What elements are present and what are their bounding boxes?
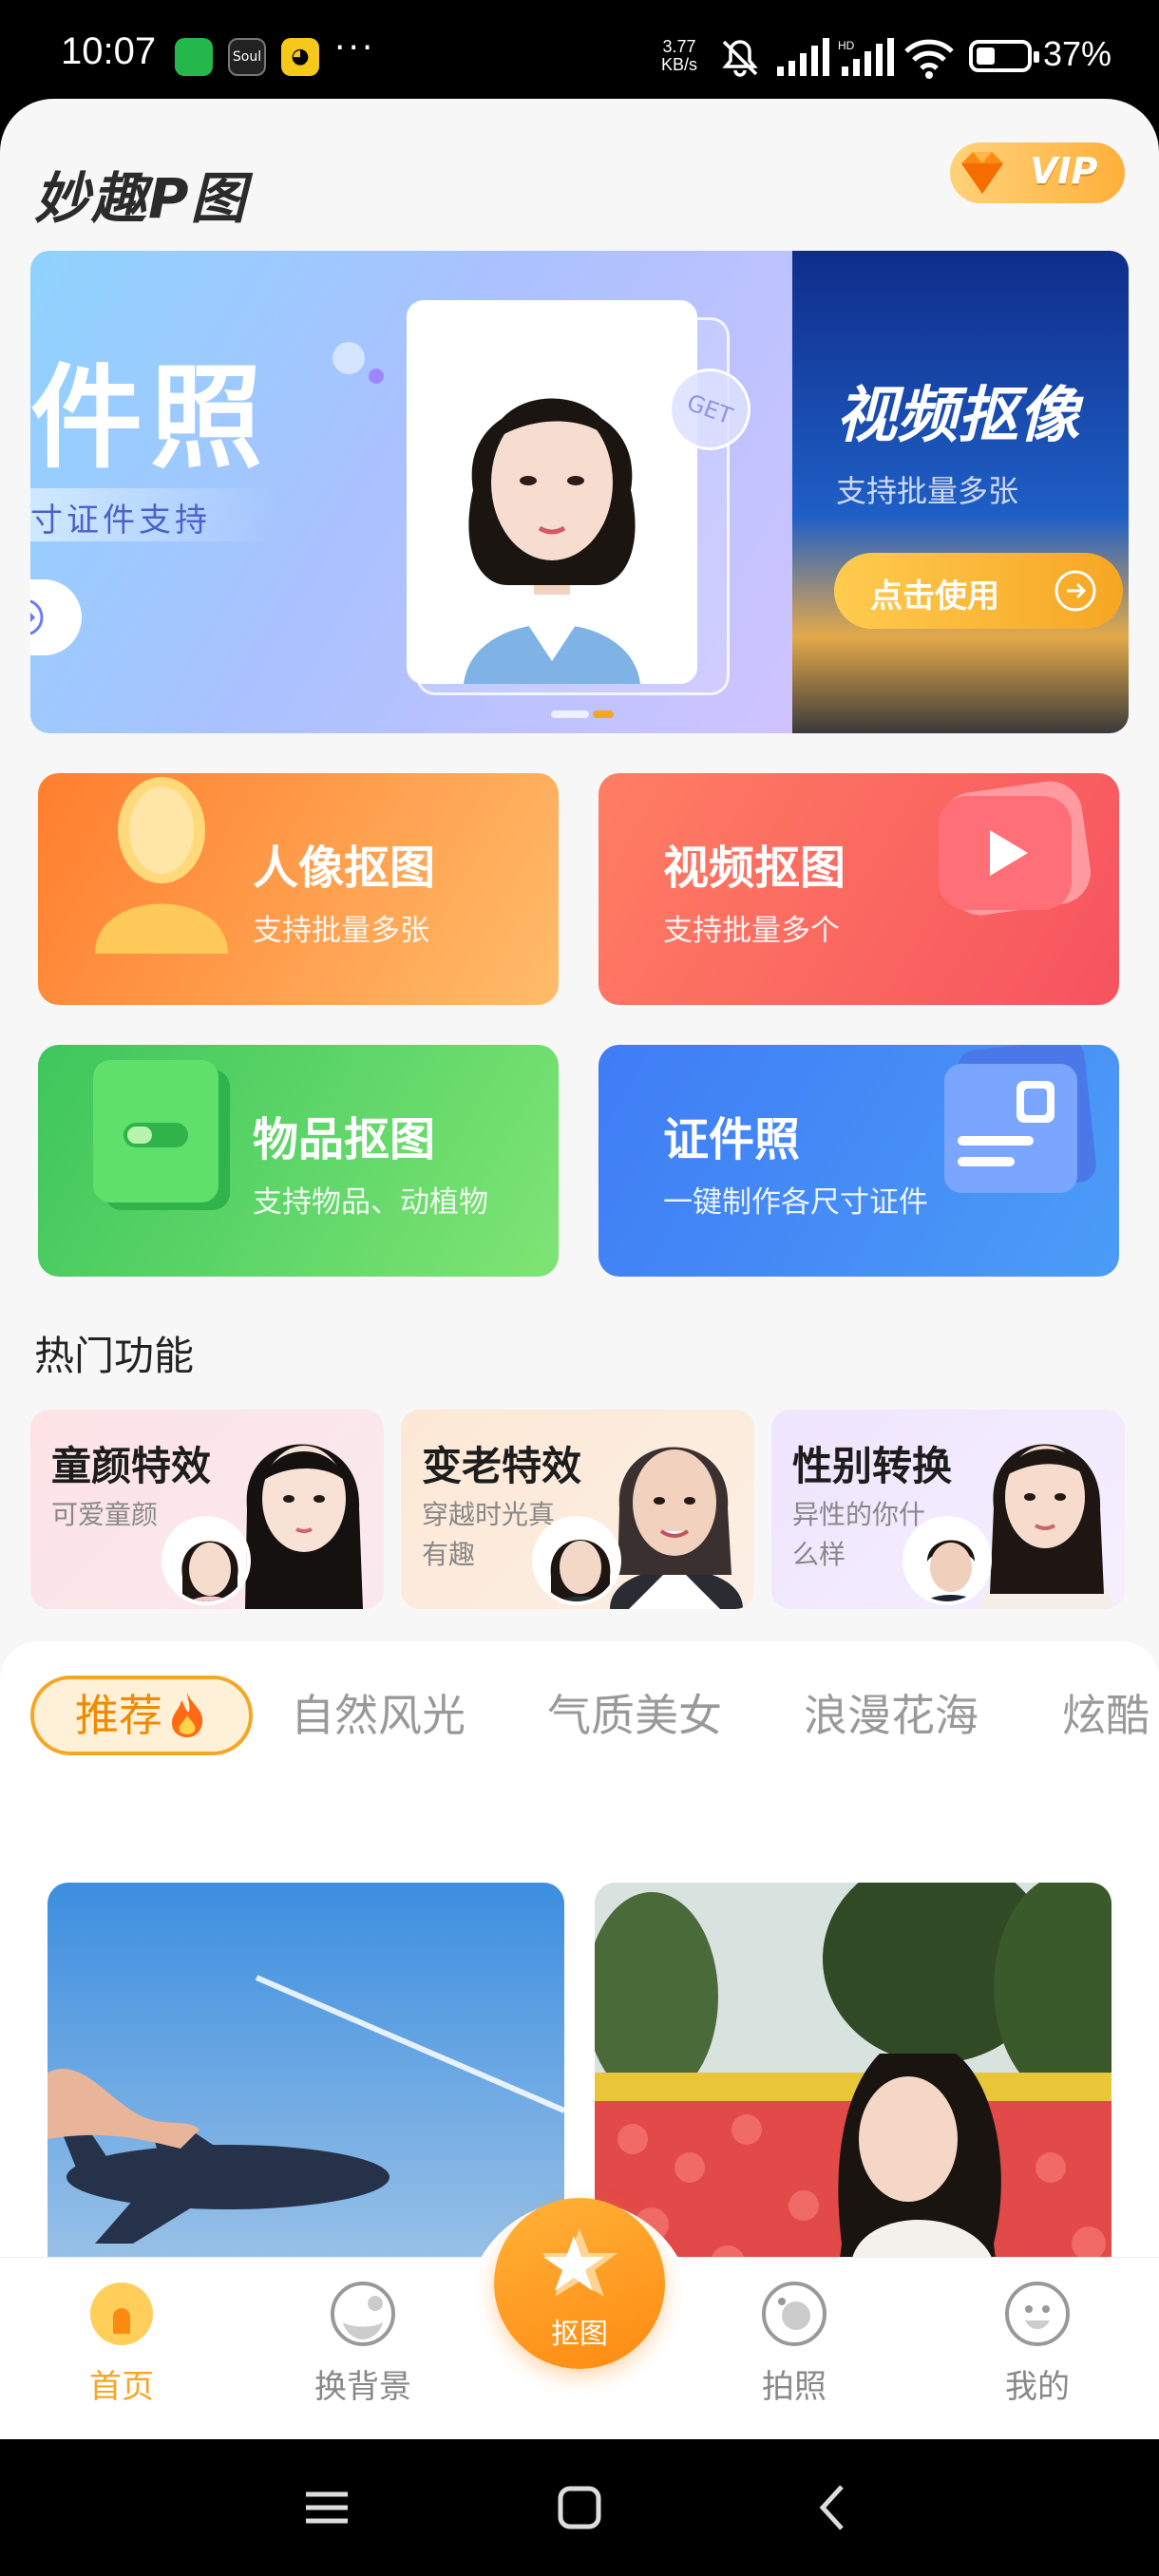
mute-icon xyxy=(722,40,758,77)
feature-subtitle: 支持批量多个 xyxy=(663,914,840,948)
promo-banner-carousel[interactable]: 件照 寸证件支持 GET 视频抠像 支持批量多张 点击使用 xyxy=(30,251,1129,733)
green-app-icon xyxy=(175,38,213,76)
childlike-effect-card[interactable]: 童颜特效 可爱童颜 xyxy=(30,1410,384,1609)
hot-card-title: 性别转换 xyxy=(792,1443,953,1489)
network-type-label: HD xyxy=(838,39,855,52)
id-card-icon xyxy=(944,1045,1096,1193)
decor-bubble xyxy=(369,369,384,384)
swapped-face-thumbnail xyxy=(902,1516,992,1605)
feature-subtitle: 支持物品、动植物 xyxy=(253,1185,488,1220)
nav-profile[interactable]: 我的 xyxy=(961,2281,1113,2423)
decor-bubble xyxy=(332,342,365,374)
banner-slide-subtitle: 寸证件支持 xyxy=(30,502,211,540)
hot-functions-heading: 热门功能 xyxy=(34,1333,195,1379)
battery-percent: 37% xyxy=(1043,34,1112,73)
gender-swap-card[interactable]: 性别转换 异性的你什么样 xyxy=(771,1410,1125,1609)
vip-label: VIP xyxy=(1030,150,1098,192)
carousel-dot-active xyxy=(593,710,614,718)
tab-natural-scenery[interactable]: 自然风光 xyxy=(291,1676,466,1755)
feature-title: 人像抠图 xyxy=(253,842,436,895)
banner-slide-title: 件照 xyxy=(30,352,271,483)
fire-icon xyxy=(172,1693,203,1737)
nav-label: 首页 xyxy=(89,2368,154,2406)
network-speed-value: 3.77 xyxy=(662,37,696,56)
profile-icon xyxy=(1005,2282,1070,2346)
nav-label: 换背景 xyxy=(314,2368,411,2406)
vip-button[interactable]: VIP xyxy=(950,142,1125,203)
arrow-right-circle-icon xyxy=(1054,570,1096,612)
battery-icon xyxy=(969,40,1039,72)
banner-slide-subtitle: 支持批量多张 xyxy=(836,473,1019,509)
feature-title: 视频抠图 xyxy=(663,842,846,895)
portrait-icon xyxy=(95,777,228,954)
network-speed: 3.77 KB/s xyxy=(661,38,697,74)
more-notifications-icon: ··· xyxy=(334,28,376,67)
id-photo-sample xyxy=(407,300,697,684)
box-icon xyxy=(93,1060,230,1210)
nav-label: 我的 xyxy=(1005,2368,1070,2406)
banner-go-button[interactable] xyxy=(30,579,82,655)
nav-camera[interactable]: 拍照 xyxy=(718,2281,870,2423)
before-face-thumbnail xyxy=(162,1516,251,1605)
tab-recommended[interactable]: 推荐 xyxy=(30,1676,253,1755)
feature-subtitle: 支持批量多张 xyxy=(253,914,429,948)
video-cutout-card[interactable]: 视频抠图 支持批量多个 xyxy=(598,773,1119,1005)
app-logo: 妙趣P图 xyxy=(34,166,248,231)
woman-portrait-image xyxy=(407,300,697,684)
hot-card-title: 童颜特效 xyxy=(51,1443,212,1489)
back-icon[interactable] xyxy=(804,2477,864,2538)
feature-title: 证件照 xyxy=(663,1113,801,1166)
camera-icon xyxy=(762,2282,826,2346)
wifi-icon xyxy=(904,39,954,79)
banner-use-button[interactable]: 点击使用 xyxy=(834,553,1123,629)
id-photo-card[interactable]: 证件照 一键制作各尺寸证件 xyxy=(598,1045,1119,1277)
home-icon xyxy=(90,2282,153,2345)
fab-label: 抠图 xyxy=(551,2318,608,2351)
system-navigation-bar xyxy=(0,2439,1159,2576)
home-screen: 妙趣P图 VIP 件照 寸证件支持 GET 视频抠像 支持批量多张 点击使用 人… xyxy=(0,99,1159,2439)
aging-effect-card[interactable]: 变老特效 穿越时光真有趣 xyxy=(401,1410,754,1609)
diamond-icon xyxy=(961,152,1003,194)
video-play-icon xyxy=(939,781,1091,916)
nav-home[interactable]: 首页 xyxy=(46,2281,198,2423)
clock: 10:07 xyxy=(61,30,157,72)
soul-app-icon: Soul xyxy=(228,38,266,76)
banner-slide-id-photo[interactable]: 件照 寸证件支持 GET xyxy=(30,251,792,733)
nav-label: 拍照 xyxy=(762,2368,826,2406)
signal-icon xyxy=(777,38,829,76)
object-cutout-card[interactable]: 物品抠图 支持物品、动植物 xyxy=(38,1045,559,1277)
signal-hd-icon: HD xyxy=(838,38,894,76)
yellow-app-icon: ◕ xyxy=(281,38,319,76)
category-tabs: 推荐 自然风光 气质美女 浪漫花海 炫酷 xyxy=(0,1676,1159,1761)
hot-card-title: 变老特效 xyxy=(422,1443,582,1489)
change-background-icon xyxy=(331,2282,395,2346)
cutout-icon xyxy=(542,2228,618,2297)
status-bar: 10:07 Soul ◕ ··· 3.77 KB/s HD 37% xyxy=(0,0,1159,104)
banner-slide-video-cutout[interactable]: 视频抠像 支持批量多张 点击使用 xyxy=(792,251,1129,733)
arrow-right-circle-icon xyxy=(30,599,44,635)
cutout-fab-button[interactable]: 抠图 xyxy=(494,2198,665,2369)
banner-use-button-label: 点击使用 xyxy=(870,578,999,616)
tab-label: 推荐 xyxy=(75,1690,162,1741)
network-speed-unit: KB/s xyxy=(661,55,698,74)
battery-level xyxy=(977,47,995,65)
carousel-dot xyxy=(551,710,589,718)
before-face-thumbnail xyxy=(532,1516,621,1605)
tab-elegant-beauty[interactable]: 气质美女 xyxy=(547,1676,722,1755)
portrait-cutout-card[interactable]: 人像抠图 支持批量多张 xyxy=(38,773,559,1005)
tab-cool[interactable]: 炫酷 xyxy=(1062,1676,1150,1755)
recent-apps-icon[interactable] xyxy=(296,2477,357,2538)
feature-title: 物品抠图 xyxy=(253,1113,436,1166)
banner-slide-title: 视频抠像 xyxy=(836,381,1079,451)
carousel-indicator xyxy=(551,710,614,718)
tab-romantic-flowers[interactable]: 浪漫花海 xyxy=(804,1676,978,1755)
nav-change-background[interactable]: 换背景 xyxy=(287,2281,439,2423)
feature-subtitle: 一键制作各尺寸证件 xyxy=(663,1185,928,1220)
home-button-icon[interactable] xyxy=(549,2477,610,2538)
